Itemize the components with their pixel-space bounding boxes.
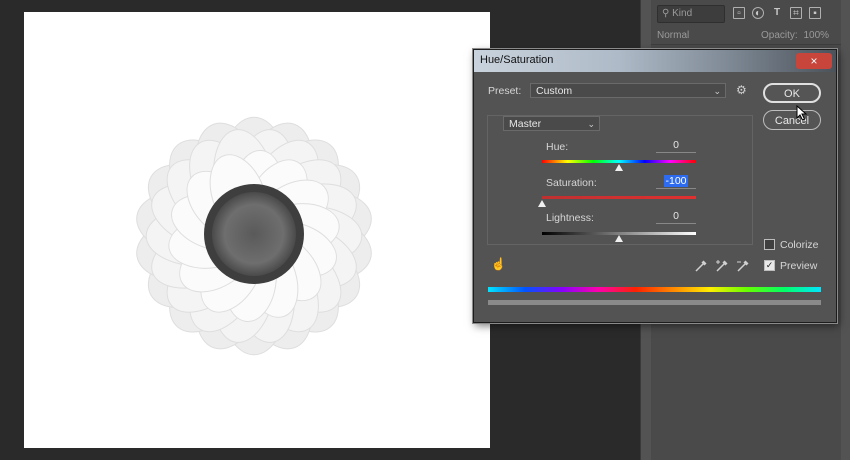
hue-saturation-dialog: Hue/Saturation × Preset: Custom ⌄ ⚙ OK C… (473, 49, 837, 323)
adjustment-filter-icon[interactable]: ◐ (752, 7, 764, 19)
eyedropper-icon[interactable] (694, 259, 708, 273)
ok-button[interactable]: OK (763, 83, 821, 103)
dialog-titlebar[interactable]: Hue/Saturation × (474, 50, 836, 72)
image-filter-icon[interactable]: ▫ (733, 7, 745, 19)
saturation-value-field[interactable]: -100 (656, 175, 696, 189)
targeted-adjustment-hand-icon[interactable]: ☝ (491, 257, 506, 271)
hue-value: 0 (673, 139, 679, 151)
chevron-down-icon: ⌄ (713, 86, 721, 96)
smart-object-filter-icon[interactable]: ▪ (809, 7, 821, 19)
cancel-button[interactable]: Cancel (763, 110, 821, 130)
channel-select[interactable]: Master ⌄ (503, 116, 600, 131)
blend-mode-select[interactable]: Normal (657, 30, 689, 41)
search-icon: ⚲ (662, 8, 670, 19)
layer-filter-search[interactable]: ⚲ Kind (657, 5, 725, 23)
shape-filter-icon[interactable]: ⌗ (790, 7, 802, 19)
lightness-value: 0 (673, 210, 679, 222)
lightness-slider-thumb[interactable] (615, 235, 623, 242)
layer-filter-toolbar: ▫ ◐ T ⌗ ▪ (733, 5, 821, 21)
saturation-slider-thumb[interactable] (538, 200, 546, 207)
hue-label: Hue: (546, 141, 569, 153)
preview-label: Preview (780, 260, 818, 272)
preset-select[interactable]: Custom ⌄ (530, 83, 726, 98)
close-icon: × (810, 54, 818, 68)
hue-slider-thumb[interactable] (615, 164, 623, 171)
adjustment-group (487, 115, 753, 245)
eyedropper-plus-icon[interactable] (715, 259, 729, 273)
colorize-label: Colorize (780, 239, 819, 251)
opacity-value: 100% (803, 30, 830, 41)
daisy-flower-image (136, 116, 372, 356)
hue-slider-track[interactable] (542, 160, 696, 163)
output-color-bar (488, 300, 821, 305)
input-color-bar (488, 287, 821, 292)
eyedropper-minus-icon[interactable] (736, 259, 750, 273)
layer-filter-label: Kind (672, 8, 693, 19)
opacity-field[interactable]: Opacity: 100% (761, 30, 829, 41)
opacity-label: Opacity: (761, 30, 798, 41)
mouse-pointer-icon (796, 105, 808, 121)
channel-value: Master (509, 118, 542, 130)
saturation-value: -100 (664, 175, 688, 187)
preset-label: Preset: (488, 85, 522, 97)
saturation-slider-track[interactable] (542, 196, 696, 199)
panel-divider (651, 44, 841, 45)
colorize-checkbox[interactable] (764, 239, 775, 250)
ok-label: OK (784, 88, 800, 100)
lightness-label: Lightness: (546, 212, 594, 224)
gear-icon[interactable]: ⚙ (736, 83, 747, 97)
saturation-label: Saturation: (546, 177, 597, 189)
preset-value: Custom (536, 85, 573, 97)
hue-value-field[interactable]: 0 (656, 139, 696, 153)
close-button[interactable]: × (796, 53, 832, 69)
chevron-down-icon: ⌄ (587, 119, 595, 129)
lightness-value-field[interactable]: 0 (656, 210, 696, 224)
preview-checkbox[interactable]: ✓ (764, 260, 775, 271)
document-canvas[interactable] (24, 12, 490, 448)
type-filter-icon[interactable]: T (771, 7, 783, 19)
dialog-title: Hue/Saturation (480, 54, 554, 66)
